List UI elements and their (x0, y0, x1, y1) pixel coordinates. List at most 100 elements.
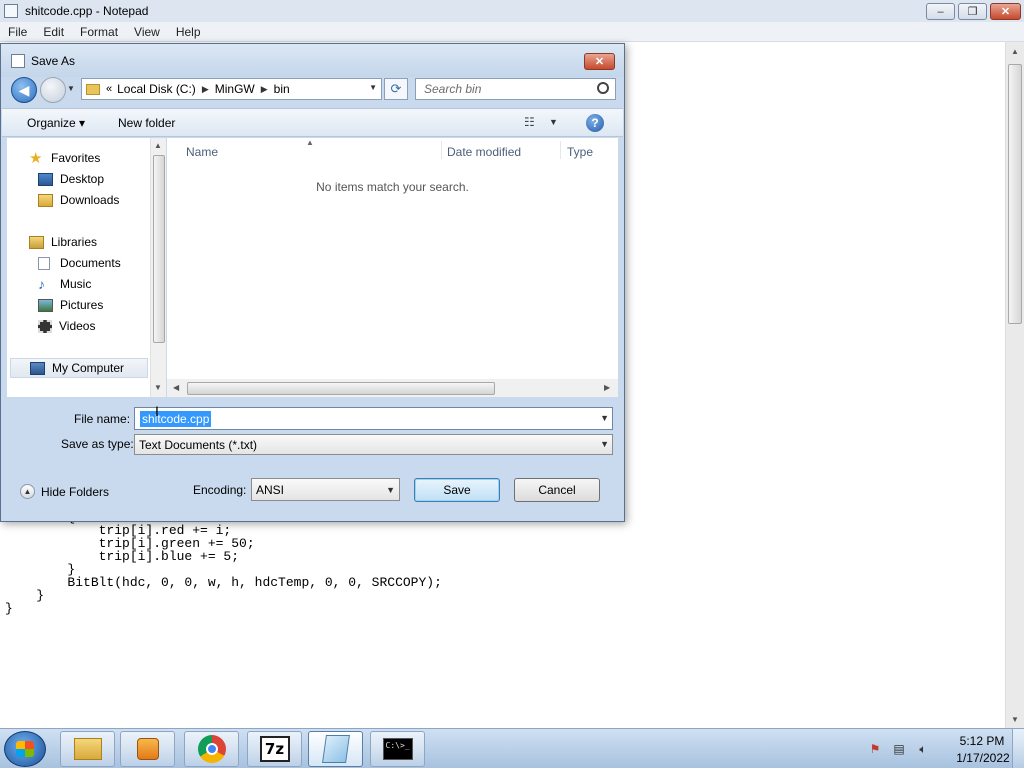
close-button[interactable]: ✕ (990, 3, 1021, 20)
code-text: { trip[i].red += i; trip[i].green += 50;… (5, 511, 442, 615)
save-as-type-label: Save as type: (61, 437, 134, 451)
notepad-icon (321, 735, 350, 763)
navigation-pane: ★ Favorites Desktop Downloads Libraries … (7, 138, 166, 397)
change-view-icon[interactable]: ☷ (524, 115, 535, 129)
volume-icon[interactable]: 🔈︎ (916, 742, 930, 756)
column-type[interactable]: Type (567, 145, 593, 159)
chevron-down-icon[interactable]: ▼ (600, 439, 609, 449)
organize-label: Organize (27, 116, 76, 130)
taskbar-media-player[interactable] (120, 731, 175, 767)
scroll-right-icon[interactable]: ▶ (604, 383, 610, 392)
scrollbar-thumb[interactable] (187, 382, 495, 395)
breadcrumb-separator-icon[interactable]: ▶ (261, 84, 268, 95)
network-icon[interactable]: ▤ (892, 742, 906, 756)
minimize-button[interactable]: – (926, 3, 955, 20)
hide-folders-button[interactable]: ▲ Hide Folders (20, 484, 109, 499)
dialog-close-button[interactable]: ✕ (584, 53, 615, 70)
editor-vertical-scrollbar[interactable]: ▲ ▼ (1005, 42, 1024, 728)
encoding-select[interactable]: ANSI ▼ (251, 478, 400, 501)
clock-time[interactable]: 5:12 PM (952, 734, 1012, 748)
nav-my-computer[interactable]: My Computer (10, 358, 148, 378)
address-dropdown-icon[interactable]: ▼ (369, 83, 377, 92)
back-button[interactable]: ◀ (11, 77, 37, 103)
dialog-title: Save As (31, 53, 76, 68)
new-folder-button[interactable]: New folder (118, 116, 175, 130)
nav-documents-label: Documents (60, 256, 121, 270)
forward-button[interactable] (40, 77, 66, 103)
search-placeholder: Search bin (424, 82, 482, 96)
nav-desktop[interactable]: Desktop (38, 169, 104, 189)
show-desktop-button[interactable] (1012, 729, 1024, 768)
refresh-button[interactable]: ⟳ (384, 78, 408, 100)
nav-my-computer-label: My Computer (52, 361, 125, 375)
start-button[interactable] (4, 731, 46, 767)
dialog-app-icon (11, 53, 25, 68)
address-bar[interactable]: « Local Disk (C:) ▶ MinGW ▶ bin ▼ (81, 78, 382, 100)
menu-view[interactable]: View (126, 25, 168, 39)
column-date-modified[interactable]: Date modified (447, 145, 521, 159)
column-divider[interactable] (441, 141, 442, 159)
notepad-titlebar[interactable]: shitcode.cpp - Notepad – ❐ ✕ (0, 0, 1024, 22)
notepad-app-icon (4, 4, 18, 18)
hide-folders-label: Hide Folders (41, 484, 110, 499)
taskbar-explorer[interactable] (60, 731, 115, 767)
nav-favorites[interactable]: ★ Favorites (29, 148, 100, 168)
code-line: } (5, 601, 13, 616)
desktop-icon (38, 172, 53, 186)
scrollbar-thumb[interactable] (1008, 64, 1022, 324)
nav-pane-scrollbar[interactable]: ▲ ▼ (150, 138, 166, 397)
file-name-input[interactable]: shitcode.cpp ▼ (134, 407, 613, 430)
scrollbar-thumb[interactable] (153, 155, 165, 343)
dialog-titlebar[interactable]: Save As ✕ (1, 44, 624, 77)
nav-videos[interactable]: Videos (38, 316, 95, 336)
taskbar-command-prompt[interactable]: C:\>_ (370, 731, 425, 767)
taskbar-notepad[interactable] (308, 731, 363, 767)
file-list[interactable]: ▲ Name Date modified Type No items match… (167, 138, 618, 397)
file-name-dropdown-icon[interactable]: ▼ (600, 413, 609, 423)
nav-pictures[interactable]: Pictures (38, 295, 103, 315)
breadcrumb-separator-icon[interactable]: ▶ (202, 84, 209, 95)
scroll-down-icon[interactable]: ▼ (1006, 710, 1024, 728)
nav-documents[interactable]: Documents (38, 253, 121, 273)
film-icon (38, 319, 52, 333)
column-name[interactable]: Name (186, 145, 218, 159)
search-icon[interactable] (597, 82, 609, 94)
chevron-down-icon[interactable]: ▼ (386, 485, 395, 495)
nav-libraries-label: Libraries (51, 235, 98, 249)
nav-downloads[interactable]: Downloads (38, 190, 119, 210)
column-divider[interactable] (560, 141, 561, 159)
nav-downloads-label: Downloads (60, 193, 120, 207)
notepad-menubar: File Edit Format View Help (0, 22, 1024, 42)
address-overflow-chevron[interactable]: « (106, 83, 112, 95)
clock-date[interactable]: 1/17/2022 (948, 751, 1018, 765)
nav-music[interactable]: ♪ Music (38, 274, 91, 294)
save-as-type-select[interactable]: Text Documents (*.txt) ▼ (134, 434, 613, 455)
action-center-flag-icon[interactable]: ⚑ (868, 742, 882, 756)
recent-locations-dropdown[interactable]: ▼ (67, 84, 77, 96)
cancel-button[interactable]: Cancel (514, 478, 600, 502)
scroll-up-icon[interactable]: ▲ (154, 141, 162, 150)
taskbar-7zip[interactable]: 7z (247, 731, 302, 767)
taskbar-chrome[interactable] (184, 731, 239, 767)
maximize-button[interactable]: ❐ (958, 3, 987, 20)
picture-icon (38, 298, 53, 312)
file-list-horizontal-scrollbar[interactable]: ◀ ▶ (167, 379, 618, 397)
menu-format[interactable]: Format (72, 25, 126, 39)
view-options-dropdown-icon[interactable]: ▼ (549, 117, 558, 127)
help-icon[interactable]: ? (586, 114, 604, 132)
menu-file[interactable]: File (0, 25, 35, 39)
menu-help[interactable]: Help (168, 25, 209, 39)
scroll-left-icon[interactable]: ◀ (173, 383, 179, 392)
nav-libraries[interactable]: Libraries (29, 232, 97, 252)
breadcrumb-mingw[interactable]: MinGW (215, 82, 255, 96)
file-explorer-icon (73, 738, 102, 760)
scroll-down-icon[interactable]: ▼ (154, 383, 162, 392)
breadcrumb-bin[interactable]: bin (274, 82, 290, 96)
organize-button[interactable]: Organize ▾ (27, 116, 85, 130)
scroll-up-icon[interactable]: ▲ (1006, 42, 1024, 60)
save-button[interactable]: Save (414, 478, 500, 502)
menu-edit[interactable]: Edit (35, 25, 72, 39)
search-input[interactable]: Search bin (415, 78, 616, 100)
file-name-selected-text[interactable]: shitcode.cpp (140, 411, 212, 427)
breadcrumb-local-disk[interactable]: Local Disk (C:) (117, 82, 196, 96)
